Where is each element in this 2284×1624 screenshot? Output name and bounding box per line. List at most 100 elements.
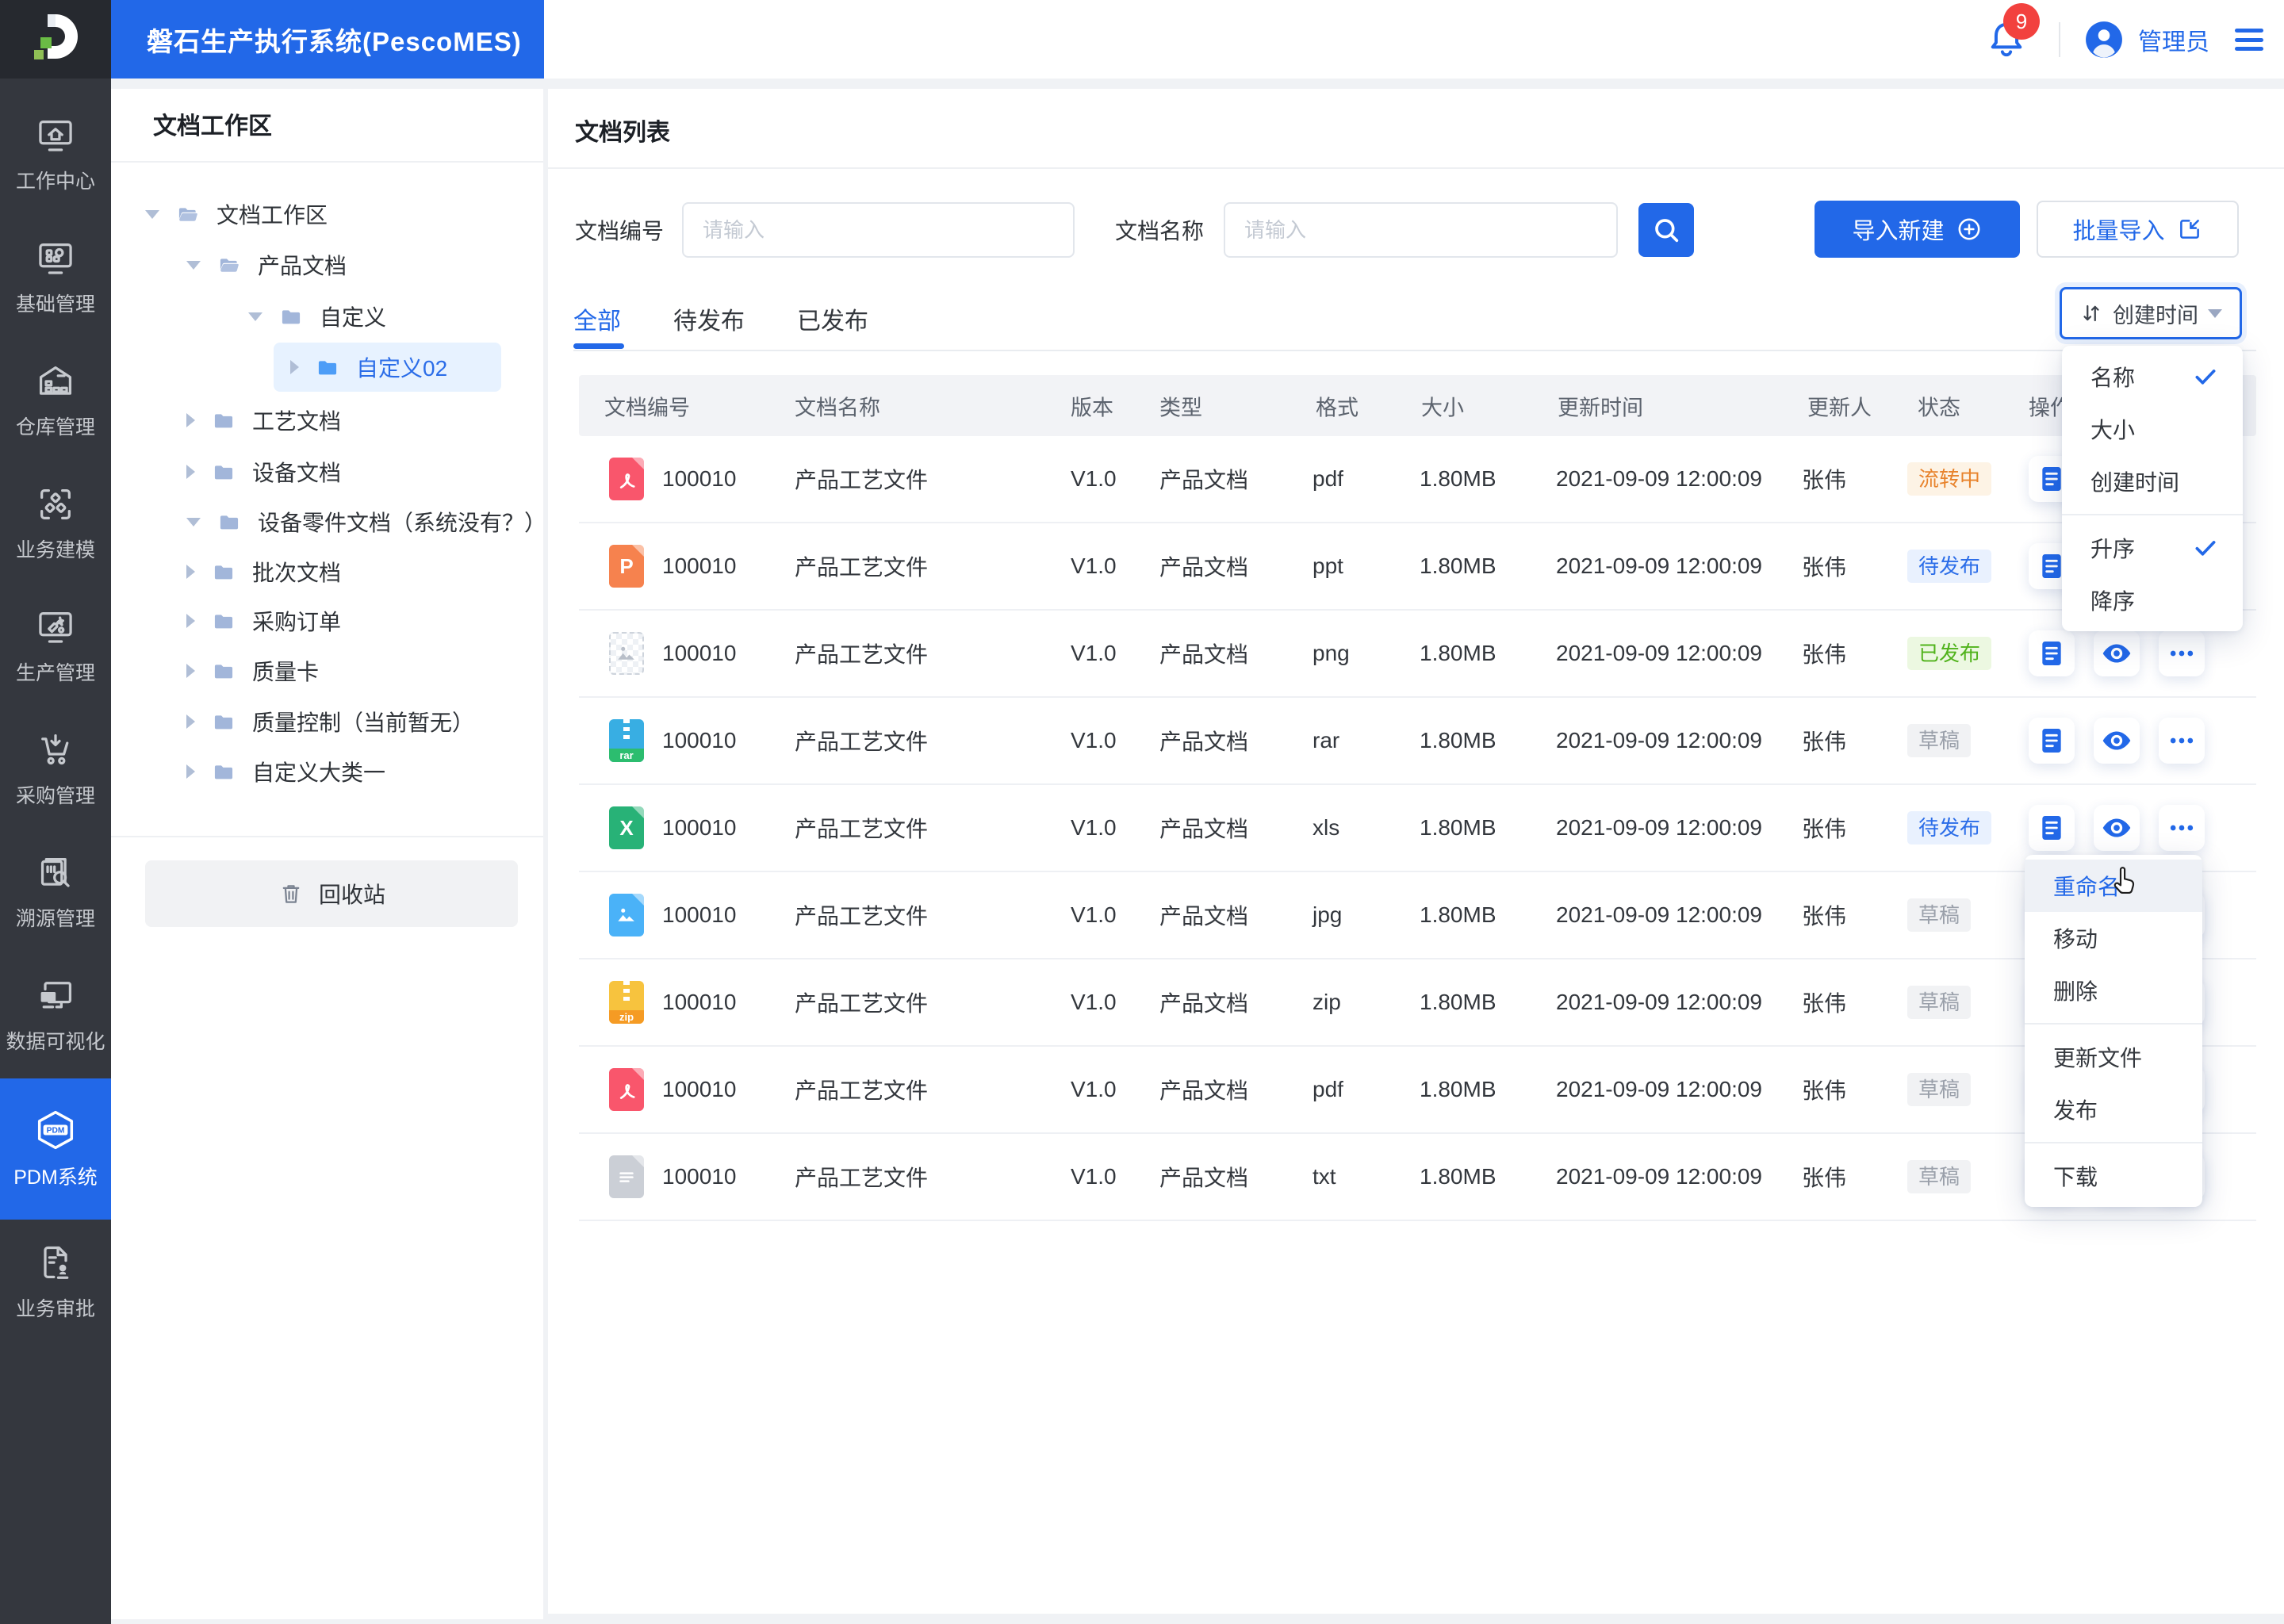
app-title: 磐石生产执行系统(PescoMES)	[147, 26, 522, 56]
cell-doc-name: 产品工艺文件	[795, 468, 929, 492]
search-button[interactable]	[1638, 203, 1694, 257]
check-icon	[2192, 363, 2219, 390]
tab-published[interactable]: 已发布	[797, 301, 868, 336]
order-option-1[interactable]: 升序	[2062, 522, 2243, 574]
tree-node-8[interactable]: 批次文档	[111, 546, 543, 597]
caret-right-icon	[290, 360, 299, 374]
tab-pending-publish[interactable]: 待发布	[673, 301, 745, 336]
context-menu-item-2[interactable]: 移动	[2025, 912, 2202, 964]
sidebar-item-business-modeling[interactable]: 业务建模	[0, 464, 111, 583]
cell-format: rar	[1313, 728, 1340, 753]
cell-doc-no: 100010	[662, 815, 737, 840]
more-actions-button[interactable]	[2159, 718, 2205, 764]
more-actions-button[interactable]	[2159, 630, 2205, 676]
tree-node-5[interactable]: 工艺文档	[111, 395, 543, 446]
context-menu-item-5[interactable]: 发布	[2025, 1083, 2202, 1136]
base-management-icon	[35, 238, 76, 279]
caret-right-icon	[186, 714, 195, 729]
cell-updater: 张伟	[1802, 468, 1847, 492]
doc-detail-icon	[2036, 638, 2067, 669]
caret-right-icon	[186, 565, 195, 579]
cell-updater: 张伟	[1802, 904, 1847, 929]
avatar[interactable]	[2084, 20, 2124, 59]
tree-node-10[interactable]: 质量卡	[111, 645, 543, 696]
tree-node-3[interactable]: 自定义	[111, 291, 543, 342]
tree-node-11[interactable]: 质量控制（当前暂无）	[111, 696, 543, 747]
context-menu-item-3[interactable]: 删除	[2025, 964, 2202, 1017]
column-header: 文档编号	[604, 396, 690, 419]
row-context-menu: 重命名 移动 删除 更新文件 发布 下载	[2025, 855, 2202, 1207]
order-option-2[interactable]: 降序	[2062, 574, 2243, 626]
sidebar-item-base-management[interactable]: 基础管理	[0, 218, 111, 337]
sidebar-item-data-visualization[interactable]: 数据可视化	[0, 956, 111, 1074]
sidebar-item-label: 生产管理	[15, 662, 95, 684]
tree-node-7[interactable]: 设备零件文档（系统没有？）	[111, 496, 546, 547]
doc-detail-button[interactable]	[2029, 805, 2075, 851]
logo-icon	[34, 13, 78, 59]
menu-divider	[2025, 1142, 2202, 1143]
tree-node-6[interactable]: 设备文档	[111, 446, 543, 497]
cell-format: png	[1313, 641, 1350, 665]
cell-version: V1.0	[1071, 1077, 1117, 1101]
cell-version: V1.0	[1071, 728, 1117, 753]
menu-icon[interactable]	[2235, 29, 2263, 51]
hand-cursor-icon	[2108, 866, 2140, 898]
tree-node-label: 采购订单	[252, 610, 342, 634]
sort-option-2[interactable]: 大小	[2062, 403, 2243, 455]
data-visualization-icon	[35, 975, 76, 1017]
context-menu-item-4[interactable]: 更新文件	[2025, 1031, 2202, 1083]
sidebar-item-warehouse[interactable]: 仓库管理	[0, 341, 111, 460]
status-badge: 待发布	[1907, 811, 1992, 845]
batch-import-button[interactable]: 批量导入	[2037, 201, 2239, 258]
nav-rail: 工作中心 基础管理仓库管理业务建模生产管理采购管理 溯源管理 数据可视化 PDM PDM系…	[0, 0, 111, 1624]
tree-node-2[interactable]: 产品文档	[111, 239, 543, 290]
sidebar-item-traceability[interactable]: 溯源管理	[0, 833, 111, 952]
tree-node-4[interactable]: 自定义02	[111, 342, 543, 393]
column-header: 文档名称	[795, 396, 880, 419]
sidebar-item-work-center[interactable]: 工作中心	[0, 95, 111, 214]
import-new-button[interactable]: 导入新建	[1815, 201, 2020, 258]
active-tab-underline	[573, 343, 624, 349]
current-user-name[interactable]: 管理员	[2138, 0, 2209, 79]
tab-all[interactable]: 全部	[573, 301, 621, 336]
cell-doc-no: 100010	[662, 553, 737, 578]
context-menu-item-6[interactable]: 下载	[2025, 1150, 2202, 1202]
sort-option-3[interactable]: 创建时间	[2062, 455, 2243, 508]
doc-no-input[interactable]	[682, 202, 1075, 258]
preview-button[interactable]	[2094, 718, 2140, 764]
more-actions-button[interactable]	[2159, 805, 2205, 851]
table-row: 100010 产品工艺文件 V1.0 产品文档 pdf 1.80MB 2021-09-09 …	[579, 1047, 2256, 1134]
cell-type: 产品文档	[1159, 555, 1249, 580]
user-icon	[2086, 21, 2122, 58]
sidebar-item-production[interactable]: 生产管理	[0, 587, 111, 706]
png-file-icon	[609, 632, 644, 675]
sidebar-item-approval[interactable]: 业务审批	[0, 1223, 111, 1342]
workspace-panel-title: 文档工作区	[153, 113, 272, 140]
sidebar-item-label: 仓库管理	[15, 416, 95, 439]
sort-field-label: 创建时间	[2113, 303, 2198, 327]
caret-right-icon	[186, 764, 195, 779]
more-actions-icon	[2166, 812, 2198, 844]
folder-icon	[211, 461, 236, 483]
sidebar-item-purchasing[interactable]: 采购管理	[0, 710, 111, 829]
doc-name-input[interactable]	[1224, 202, 1618, 258]
tree-node-9[interactable]: 采购订单	[111, 596, 543, 646]
sort-dropdown-button[interactable]: 创建时间	[2060, 287, 2242, 339]
cell-doc-name: 产品工艺文件	[795, 555, 929, 580]
sidebar-item-pdm[interactable]: PDM PDM系统	[0, 1078, 111, 1220]
caret-down-icon	[186, 260, 201, 270]
sort-option-1[interactable]: 名称	[2062, 350, 2243, 403]
doc-detail-button[interactable]	[2029, 630, 2075, 676]
preview-button[interactable]	[2094, 630, 2140, 676]
preview-button[interactable]	[2094, 805, 2140, 851]
caret-right-icon	[186, 614, 195, 628]
chevron-down-icon	[2208, 308, 2222, 318]
status-badge: 已发布	[1907, 637, 1992, 670]
tree-node-12[interactable]: 自定义大类一	[111, 746, 543, 797]
cell-doc-no: 100010	[662, 1164, 737, 1189]
tree-node-1[interactable]: 文档工作区	[111, 189, 543, 239]
zip-file-icon: zip	[609, 981, 644, 1024]
doc-detail-button[interactable]	[2029, 718, 2075, 764]
recycle-bin-button[interactable]: 回收站	[145, 860, 518, 927]
cell-version: V1.0	[1071, 990, 1117, 1014]
